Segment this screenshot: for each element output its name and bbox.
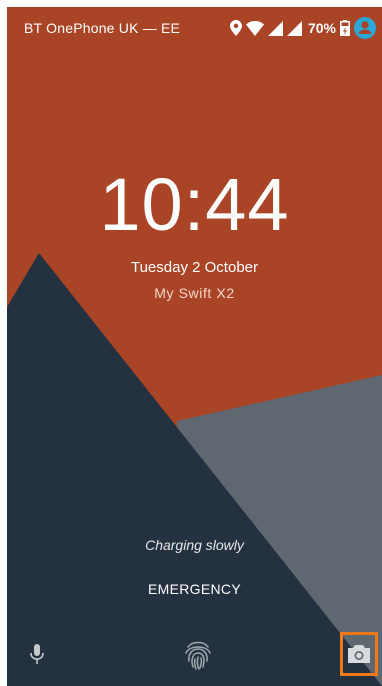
charging-status: Charging slowly (145, 537, 244, 553)
cell-signal-icon (286, 20, 302, 36)
location-pin-icon (229, 20, 242, 36)
voice-assist-button[interactable] (21, 637, 53, 673)
cell-signal-icon (267, 20, 283, 36)
battery-percent: 70% (307, 20, 336, 36)
carrier-name: BT OnePhone UK — EE (24, 20, 181, 36)
status-icons: 70% (229, 15, 376, 41)
fingerprint-icon (185, 641, 211, 670)
account-icon (354, 17, 376, 39)
clock: 10:44 (99, 163, 290, 246)
battery-icon (340, 20, 350, 36)
status-bar[interactable]: BT OnePhone UK — EE 70% (7, 7, 382, 49)
emergency-button[interactable]: EMERGENCY (132, 577, 257, 601)
date: Tuesday 2 October (130, 259, 258, 276)
fingerprint-button[interactable] (181, 635, 215, 675)
wifi-icon (245, 20, 264, 36)
camera-button[interactable] (340, 632, 378, 676)
camera-icon (348, 645, 370, 663)
lock-screen: BT OnePhone UK — EE 70% 10:44 Tuesday 2 … (7, 7, 382, 686)
mic-icon (30, 644, 44, 664)
owner-info: My Swift X2 (154, 285, 235, 301)
